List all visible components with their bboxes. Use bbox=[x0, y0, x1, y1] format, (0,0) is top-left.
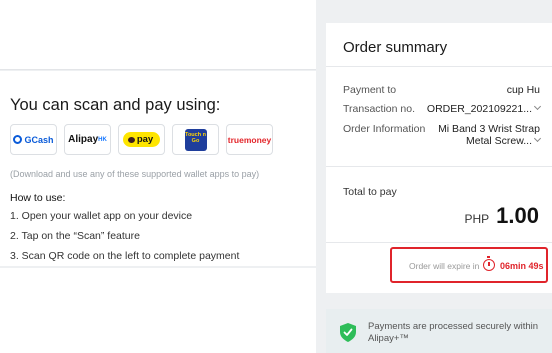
wallet-logos: GCash Alipay HK pay Touch n Go truemoney bbox=[10, 124, 273, 155]
timer-icon bbox=[483, 256, 495, 271]
truemoney-logo: truemoney bbox=[226, 124, 273, 155]
order-summary-title: Order summary bbox=[343, 39, 448, 56]
left-bottom-area bbox=[0, 268, 316, 353]
total-to-pay-label: Total to pay bbox=[343, 186, 397, 198]
transaction-no-value[interactable]: ORDER_202109221... bbox=[427, 102, 542, 115]
touchngo-icon: Touch n Go bbox=[184, 128, 207, 151]
step-3: 3. Scan QR code on the left to complete … bbox=[10, 250, 240, 262]
payment-to-label: Payment to bbox=[343, 84, 397, 96]
step-1: 1. Open your wallet app on your device bbox=[10, 210, 193, 222]
secure-banner-text: Payments are processed securely within A… bbox=[368, 321, 539, 344]
gcash-logo: GCash bbox=[10, 124, 57, 155]
chevron-down-icon[interactable] bbox=[533, 134, 542, 143]
order-info-value[interactable]: Mi Band 3 Wrist Strap Metal Screw... bbox=[438, 123, 542, 147]
shield-check-icon bbox=[340, 323, 356, 342]
chevron-down-icon[interactable] bbox=[533, 102, 542, 111]
gcash-icon bbox=[13, 135, 23, 144]
payment-instructions-panel: You can scan and pay using: GCash Alipay… bbox=[0, 0, 316, 353]
qr-header-area bbox=[0, 0, 316, 70]
total-amount: PHP 1.00 bbox=[464, 203, 539, 229]
kakaopay-logo: pay bbox=[118, 124, 165, 155]
divider bbox=[326, 166, 552, 167]
expiry-label: Order will expire in bbox=[409, 261, 480, 271]
kakao-bubble-icon bbox=[127, 136, 135, 143]
divider bbox=[326, 66, 552, 67]
touchngo-logo: Touch n Go bbox=[172, 124, 219, 155]
divider bbox=[326, 242, 552, 243]
amount-value: 1.00 bbox=[496, 203, 539, 228]
payment-to-value: cup Hu bbox=[506, 84, 540, 96]
scan-title: You can scan and pay using: bbox=[10, 96, 221, 114]
order-info-label: Order Information bbox=[343, 123, 426, 135]
alipay-hk-logo: Alipay HK bbox=[64, 124, 111, 155]
expiry-countdown: 06min 49s bbox=[500, 261, 544, 271]
step-2: 2. Tap on the “Scan” feature bbox=[10, 230, 140, 242]
how-to-title: How to use: bbox=[10, 192, 66, 204]
download-note: (Download and use any of these supported… bbox=[10, 169, 260, 179]
currency: PHP bbox=[464, 212, 490, 226]
transaction-no-label: Transaction no. bbox=[343, 103, 415, 115]
